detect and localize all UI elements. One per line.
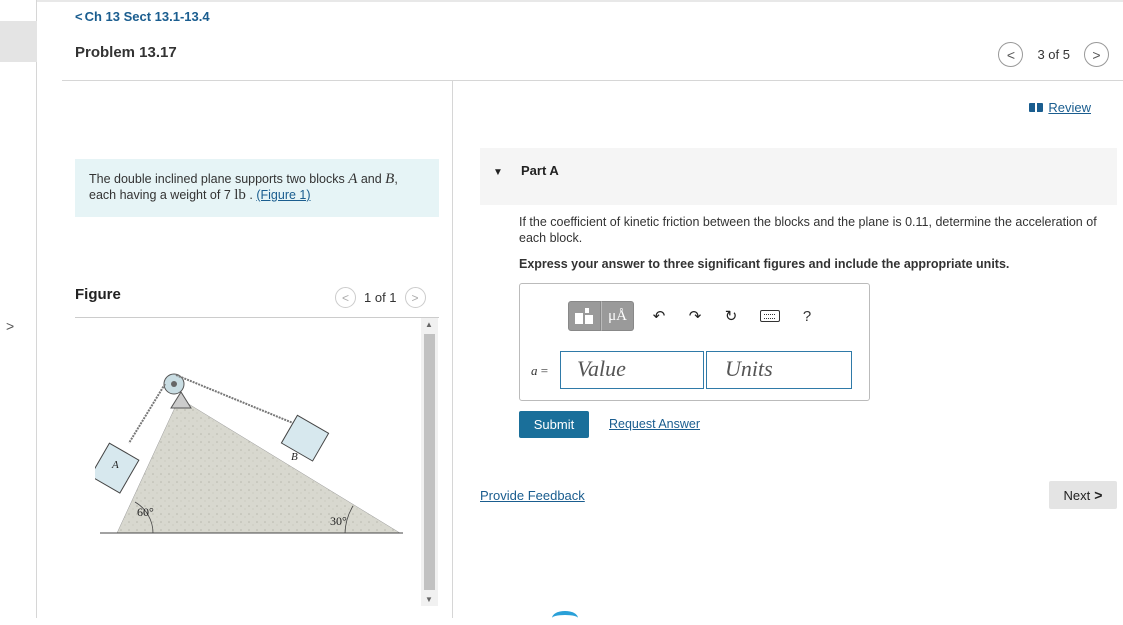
book-icon — [1029, 103, 1044, 112]
equation-toolbar: μÅ ↶ ↷ ↻ ? — [568, 301, 818, 331]
next-button[interactable]: Next > — [1049, 481, 1117, 509]
answer-box: μÅ ↶ ↷ ↻ ? a = Value Units — [519, 283, 870, 401]
prev-problem-button[interactable]: < — [998, 42, 1024, 67]
figure-pager-text: 1 of 1 — [364, 290, 397, 305]
var-b: B — [385, 171, 395, 187]
question-text: If the coefficient of kinetic friction b… — [519, 215, 1097, 245]
statement-text: The double inclined plane supports two b… — [89, 172, 349, 186]
var-a: A — [348, 171, 358, 187]
chevron-left-icon: < — [341, 290, 349, 305]
chevron-left-icon: < — [1006, 46, 1016, 63]
value-input[interactable]: Value — [560, 351, 704, 389]
inclined-plane-figure: A B 60° 30° — [95, 373, 403, 534]
collapse-triangle-icon[interactable]: ▼ — [493, 167, 503, 178]
statement-text: , — [394, 172, 398, 186]
breadcrumb-label: Ch 13 Sect 13.1-13.4 — [84, 9, 210, 24]
rope-left — [128, 383, 166, 444]
prev-figure-button[interactable]: < — [335, 287, 356, 308]
keyboard-icon[interactable] — [760, 310, 780, 322]
next-label: Next — [1063, 487, 1091, 503]
review-label: Review — [1048, 100, 1091, 115]
chevron-right-icon: > — [1094, 487, 1103, 503]
submit-button[interactable]: Submit — [519, 411, 589, 438]
top-border — [37, 0, 1123, 2]
answer-eq: = — [537, 363, 549, 378]
chevron-left-icon: < — [75, 9, 83, 24]
breadcrumb[interactable]: < Ch 13 Sect 13.1-13.4 — [75, 9, 210, 24]
part-label: Part A — [521, 163, 559, 178]
page-title: Problem 13.17 — [75, 44, 177, 61]
rail-highlight — [0, 21, 37, 62]
chevron-right-icon: > — [1092, 46, 1101, 63]
scroll-thumb[interactable] — [424, 334, 435, 590]
block-b-label: B — [291, 451, 298, 463]
chevron-right-icon: > — [411, 290, 419, 305]
figure-title: Figure — [75, 286, 121, 303]
units-symbols-button[interactable]: μÅ — [601, 301, 634, 331]
undo-icon[interactable]: ↶ — [648, 307, 670, 325]
help-icon[interactable]: ? — [796, 308, 818, 325]
scroll-down-icon[interactable]: ▼ — [425, 595, 433, 604]
request-answer-link[interactable]: Request Answer — [609, 417, 700, 431]
templates-button[interactable] — [568, 301, 601, 331]
pane-divider — [452, 80, 453, 618]
angle-label-left: 60° — [137, 505, 154, 519]
next-figure-button[interactable]: > — [404, 287, 426, 308]
statement-text: and — [357, 172, 386, 186]
reset-icon[interactable]: ↻ — [720, 307, 742, 325]
figure-divider — [75, 317, 439, 318]
scroll-up-icon[interactable]: ▲ — [425, 320, 433, 329]
provide-feedback-link[interactable]: Provide Feedback — [480, 488, 585, 503]
units-input[interactable]: Units — [706, 351, 852, 389]
figure-pager: < 1 of 1 > — [335, 287, 426, 308]
problem-pager: < 3 of 5 > — [998, 42, 1109, 67]
left-rail: > — [0, 0, 37, 618]
redo-icon[interactable]: ↷ — [684, 307, 706, 325]
unit-lb: lb — [234, 187, 246, 203]
expand-sidebar-chevron-icon[interactable]: > — [6, 318, 14, 334]
statement-text: . — [245, 188, 257, 202]
answer-label: a = — [531, 363, 548, 379]
templates-icon — [574, 308, 593, 324]
header-divider — [62, 80, 1123, 81]
figure-link[interactable]: (Figure 1) — [256, 188, 310, 202]
angle-label-right: 30° — [330, 514, 347, 528]
part-header[interactable]: ▼ Part A — [480, 148, 1117, 205]
figure-scrollbar[interactable]: ▲ ▼ — [421, 318, 438, 606]
review-link[interactable]: Review — [1029, 100, 1091, 115]
incline-body — [116, 402, 401, 534]
instruction-text: Express your answer to three significant… — [519, 257, 1010, 271]
pager-text: 3 of 5 — [1037, 47, 1070, 62]
problem-statement: The double inclined plane supports two b… — [75, 159, 439, 217]
statement-text: each having a weight of 7 — [89, 188, 235, 202]
next-problem-button[interactable]: > — [1084, 42, 1109, 67]
block-a-label: A — [111, 459, 119, 471]
loading-spinner — [552, 611, 578, 625]
